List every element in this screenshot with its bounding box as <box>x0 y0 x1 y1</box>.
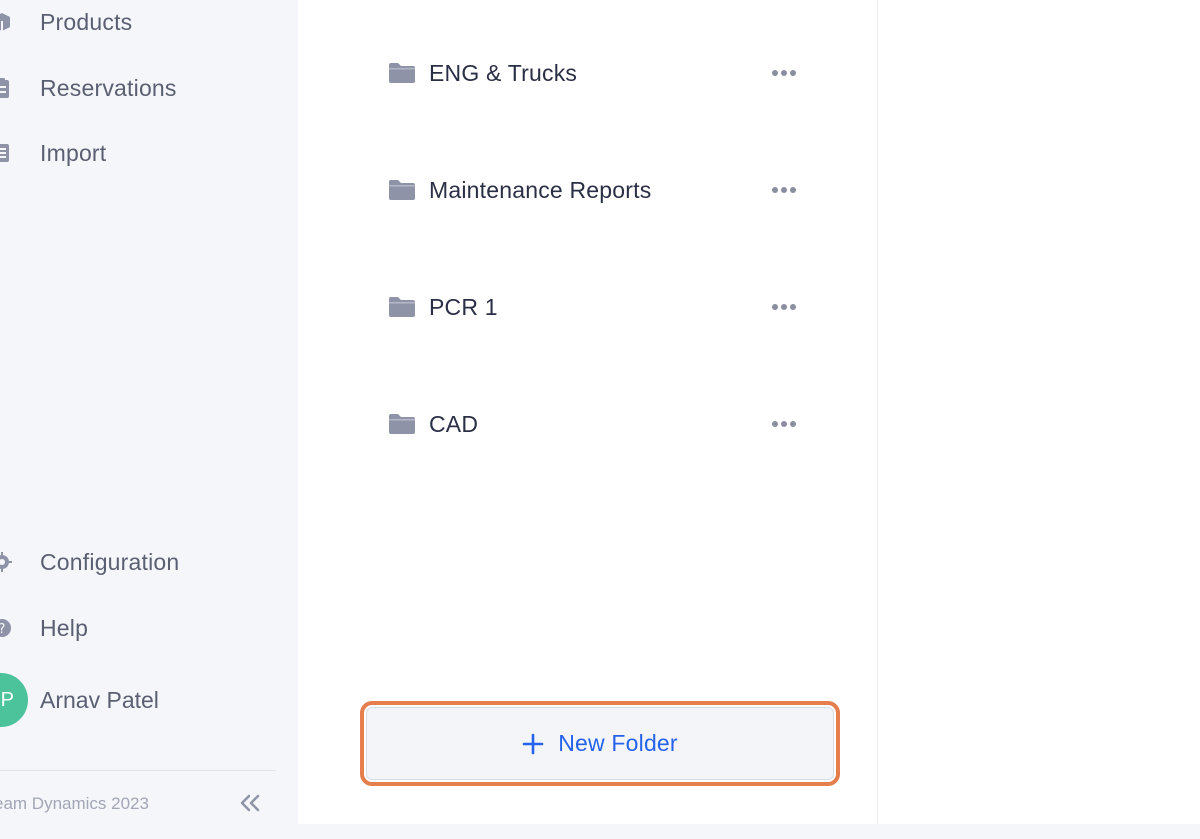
folder-icon <box>388 296 416 318</box>
sidebar-item-label: Products <box>40 8 133 35</box>
sidebar-item-label: Import <box>40 139 107 166</box>
products-icon <box>0 10 14 34</box>
more-horizontal-icon <box>772 70 796 76</box>
sidebar-item-label: Configuration <box>40 548 180 575</box>
folder-icon <box>388 179 416 201</box>
more-options-button[interactable] <box>766 61 802 85</box>
more-options-button[interactable] <box>766 295 802 319</box>
sidebar: Products Reservations Import Configurati… <box>0 0 298 839</box>
folder-icon <box>388 62 416 84</box>
more-options-button[interactable] <box>766 412 802 436</box>
svg-text:?: ? <box>0 622 5 637</box>
folder-item[interactable]: CAD <box>386 404 806 444</box>
folder-item[interactable]: Maintenance Reports <box>386 170 806 210</box>
folder-label: Maintenance Reports <box>429 177 652 203</box>
help-icon: ? <box>0 616 14 640</box>
more-horizontal-icon <box>772 421 796 427</box>
folder-panel: ENG & Trucks Maintenance Reports PCR 1 C… <box>298 0 878 824</box>
user-profile[interactable]: P Arnav Patel <box>0 672 290 730</box>
clipboard-icon <box>0 76 14 100</box>
plus-icon <box>522 733 544 755</box>
new-folder-label: New Folder <box>558 730 678 756</box>
sidebar-item-label: Reservations <box>40 74 177 101</box>
new-folder-button[interactable]: New Folder <box>366 707 834 780</box>
double-chevron-left-icon <box>238 793 262 818</box>
avatar: P <box>0 673 28 727</box>
more-horizontal-icon <box>772 187 796 193</box>
app-window: Products Reservations Import Configurati… <box>0 0 1200 839</box>
user-name: Arnav Patel <box>40 687 159 713</box>
folder-item[interactable]: ENG & Trucks <box>386 53 806 93</box>
folder-label: ENG & Trucks <box>429 60 578 86</box>
import-icon <box>0 141 14 165</box>
folder-item[interactable]: PCR 1 <box>386 287 806 327</box>
more-options-button[interactable] <box>766 178 802 202</box>
sidebar-item-label: Help <box>40 614 89 641</box>
copyright-text: eam Dynamics 2023 <box>0 794 149 813</box>
more-horizontal-icon <box>772 304 796 310</box>
folder-label: PCR 1 <box>429 294 498 320</box>
folder-icon <box>388 413 416 435</box>
detail-panel <box>878 0 1200 824</box>
sidebar-divider <box>0 770 276 771</box>
gear-icon <box>0 550 14 574</box>
collapse-sidebar-button[interactable] <box>236 791 264 819</box>
folder-label: CAD <box>429 411 479 437</box>
